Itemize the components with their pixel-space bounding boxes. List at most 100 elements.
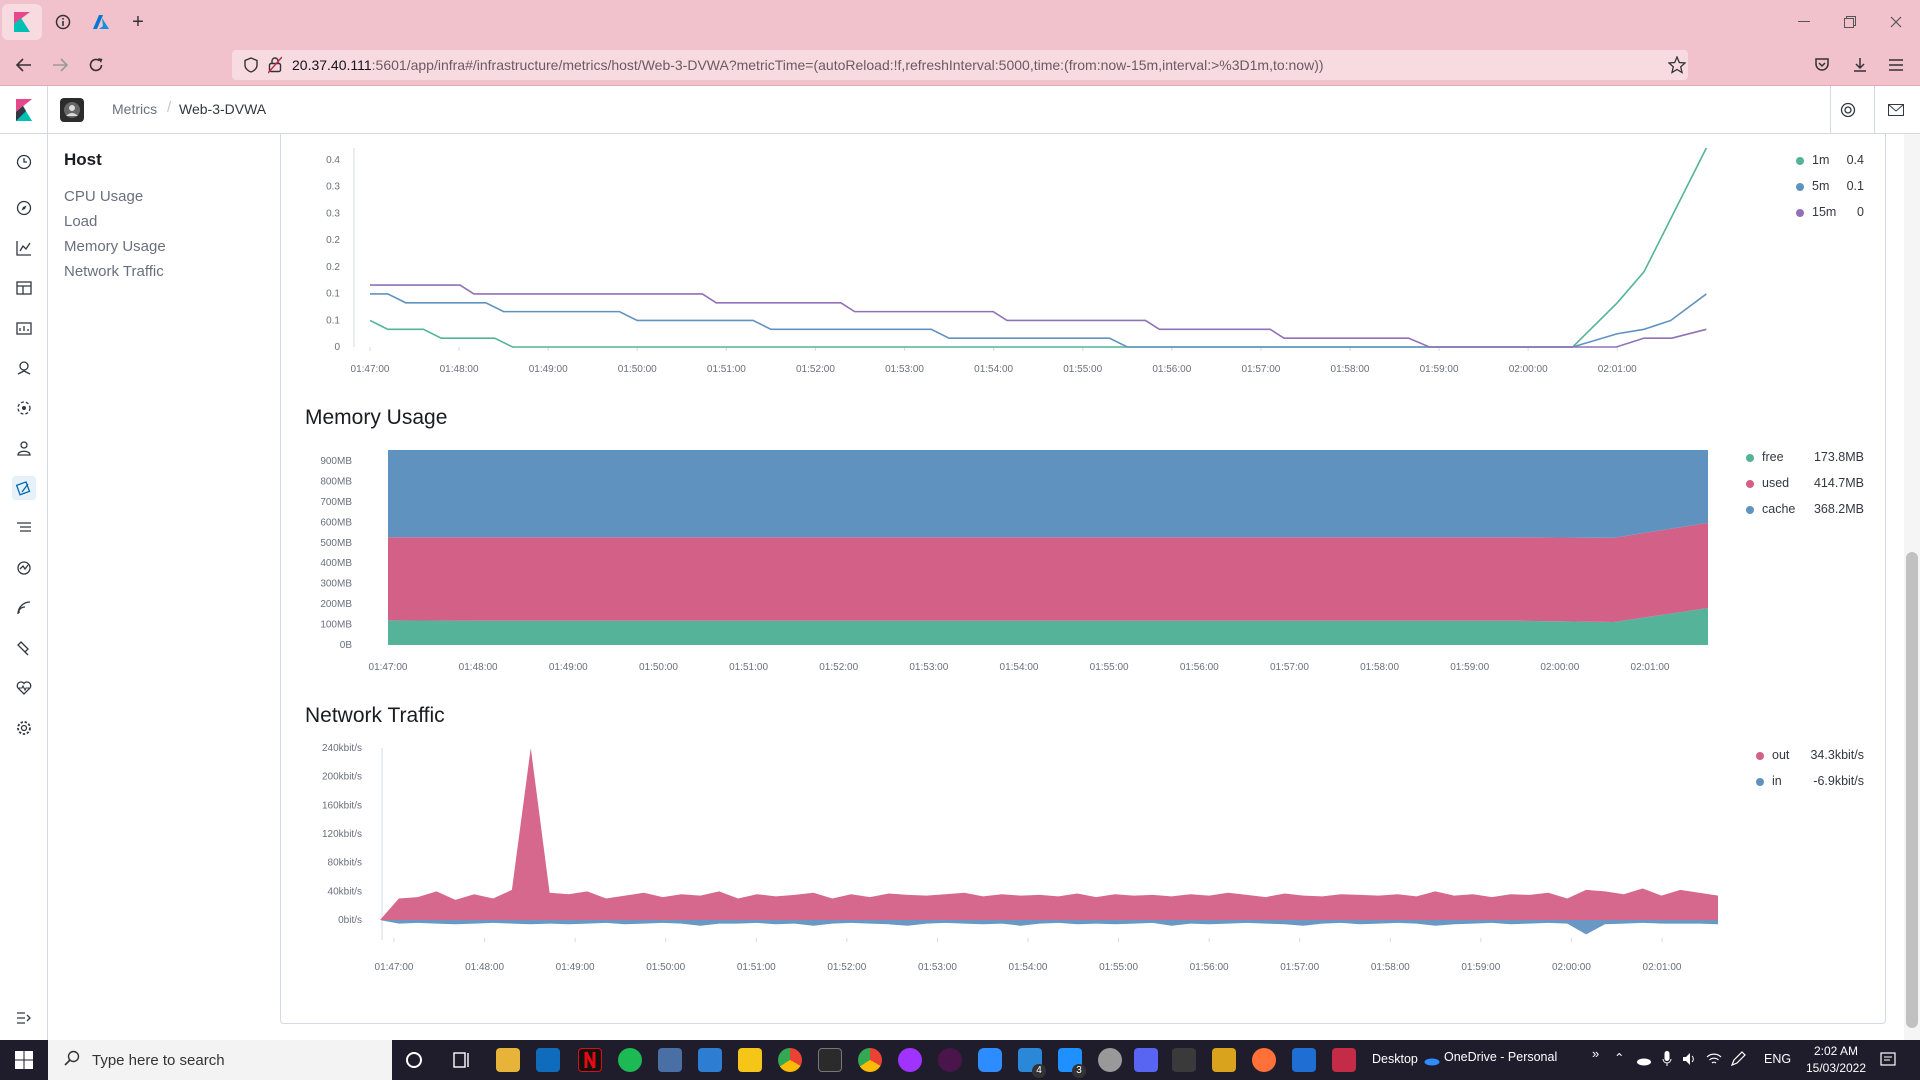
side-menu-item-network-traffic[interactable]: Network Traffic [64, 259, 264, 284]
cortana-icon[interactable] [404, 1050, 424, 1075]
speaker-icon[interactable] [1682, 1052, 1698, 1071]
load-legend-item-5m[interactable]: 5m 0.1 [1796, 178, 1864, 204]
side-menu-item-load[interactable]: Load [64, 209, 264, 234]
onedrive-label[interactable]: OneDrive - Personal [1444, 1050, 1557, 1064]
cloud-icon[interactable] [1636, 1053, 1652, 1071]
slack-icon[interactable] [938, 1048, 962, 1072]
microphone-icon[interactable] [1662, 1051, 1672, 1072]
settings-gear-icon[interactable] [12, 716, 36, 740]
zoom-icon[interactable] [978, 1048, 1002, 1072]
canvas-icon[interactable] [12, 316, 36, 340]
side-menu-item-memory-usage[interactable]: Memory Usage [64, 234, 264, 259]
side-menu-item-cpu-usage[interactable]: CPU Usage [64, 184, 264, 209]
kibana-logo-icon[interactable] [0, 86, 48, 134]
x-tick-label: 01:54:00 [1009, 962, 1048, 973]
mail-icon[interactable] [1884, 98, 1908, 122]
desktop-toolbar-label[interactable]: Desktop [1372, 1052, 1418, 1066]
breadcrumb-metrics[interactable]: Metrics [112, 101, 157, 117]
firefox-icon[interactable] [1252, 1048, 1276, 1072]
virtualbox-icon[interactable] [1172, 1048, 1196, 1072]
legend-value: 414.7MB [1813, 476, 1864, 490]
wifi-icon[interactable] [1706, 1052, 1722, 1071]
close-window-icon[interactable] [1876, 8, 1916, 36]
load-legend-item-1m[interactable]: 1m 0.4 [1796, 152, 1864, 178]
app-icon[interactable] [1098, 1048, 1122, 1072]
memory-legend-item-cache[interactable]: cache 368.2MB [1746, 501, 1864, 527]
file-explorer-icon[interactable] [496, 1048, 520, 1072]
apm-icon[interactable] [12, 556, 36, 580]
memory-legend-item-used[interactable]: used 414.7MB [1746, 475, 1864, 501]
chrome-icon[interactable] [778, 1048, 802, 1072]
taskbar-search-box[interactable]: Type here to search [48, 1040, 392, 1080]
action-center-icon[interactable] [1880, 1052, 1896, 1073]
chevron-right-icon[interactable]: » [1592, 1046, 1599, 1061]
netflix-icon[interactable] [578, 1048, 602, 1072]
windows-start-icon[interactable] [0, 1040, 48, 1080]
pocket-icon[interactable] [1808, 52, 1836, 78]
y-tick-label: 0 [334, 342, 340, 353]
menu-hamburger-icon[interactable] [1882, 52, 1910, 78]
help-icon[interactable] [1836, 98, 1860, 122]
restore-icon[interactable] [1830, 8, 1870, 36]
dev-tools-icon[interactable] [12, 636, 36, 660]
tab-azure[interactable] [84, 4, 118, 40]
snip-icon[interactable] [1332, 1048, 1356, 1072]
calendar-icon[interactable] [698, 1048, 722, 1072]
page-scrollbar-thumb[interactable] [1906, 552, 1918, 1028]
language-indicator[interactable]: ENG [1764, 1052, 1791, 1066]
dashboard-icon[interactable] [12, 276, 36, 300]
uptime-icon[interactable] [12, 596, 36, 620]
metrics-icon[interactable] [12, 476, 36, 500]
y-tick-label: 200kbit/s [322, 772, 362, 783]
memory-legend-item-free[interactable]: free 173.8MB [1746, 449, 1864, 475]
notification-badge: 4 [1032, 1064, 1046, 1078]
messenger-icon[interactable] [898, 1048, 922, 1072]
x-tick-label: 01:58:00 [1360, 662, 1399, 673]
load-chart: 0.4 0.3 0.3 0.2 0.2 0.1 0.1 0 01:47:00 01:48:00 01… [326, 147, 1708, 375]
siem-icon[interactable] [12, 436, 36, 460]
downloads-icon[interactable] [1846, 52, 1874, 78]
space-avatar[interactable] [60, 98, 84, 122]
calculator-icon[interactable] [658, 1048, 682, 1072]
discover-compass-icon[interactable] [12, 196, 36, 220]
mail-app-icon[interactable] [536, 1048, 560, 1072]
legend-name: 5m [1812, 179, 1830, 193]
reload-icon[interactable] [82, 52, 110, 78]
discord-icon[interactable] [1134, 1048, 1158, 1072]
minimize-icon[interactable] [1784, 8, 1824, 36]
ml-icon[interactable] [12, 396, 36, 420]
address-bar[interactable]: 20.37.40.111:5601/app/infra#/infrastruct… [232, 50, 1688, 80]
chevron-up-icon[interactable]: ⌃ [1614, 1050, 1624, 1065]
new-tab-icon[interactable]: + [122, 4, 154, 40]
tab-kibana[interactable] [2, 4, 42, 40]
app-icon[interactable] [1212, 1048, 1236, 1072]
visualize-chart-icon[interactable] [12, 236, 36, 260]
collapse-nav-icon[interactable] [12, 1006, 36, 1030]
network-legend-item-out[interactable]: out 34.3kbit/s [1756, 747, 1864, 773]
bookmark-star-icon[interactable] [1667, 55, 1687, 77]
tab-info[interactable] [46, 4, 80, 40]
shield-icon[interactable] [244, 57, 258, 76]
pen-icon[interactable] [1730, 1051, 1746, 1072]
insecure-lock-icon[interactable] [267, 56, 283, 77]
task-view-icon[interactable] [452, 1050, 472, 1075]
legend-swatch [1756, 778, 1764, 786]
onedrive-icon[interactable] [1424, 1053, 1440, 1071]
x-tick-label: 01:50:00 [639, 662, 678, 673]
network-legend-item-in[interactable]: in -6.9kbit/s [1756, 773, 1864, 799]
maps-icon[interactable] [12, 356, 36, 380]
legend-swatch [1746, 506, 1754, 514]
stack-monitoring-icon[interactable] [12, 676, 36, 700]
back-arrow-icon[interactable] [10, 52, 38, 78]
logs-icon[interactable] [12, 516, 36, 540]
recent-clock-icon[interactable] [12, 150, 36, 174]
terminal-icon[interactable] [818, 1048, 842, 1072]
photos-icon[interactable] [1292, 1048, 1316, 1072]
chrome-profile-icon[interactable] [858, 1048, 882, 1072]
load-legend-item-15m[interactable]: 15m 0 [1796, 204, 1864, 230]
spotify-icon[interactable] [618, 1048, 642, 1072]
sticky-notes-icon[interactable] [738, 1048, 762, 1072]
forward-arrow-icon[interactable] [46, 52, 74, 78]
x-tick-label: 01:53:00 [885, 364, 924, 375]
taskbar-clock[interactable]: 2:02 AM 15/03/2022 [1796, 1043, 1876, 1077]
